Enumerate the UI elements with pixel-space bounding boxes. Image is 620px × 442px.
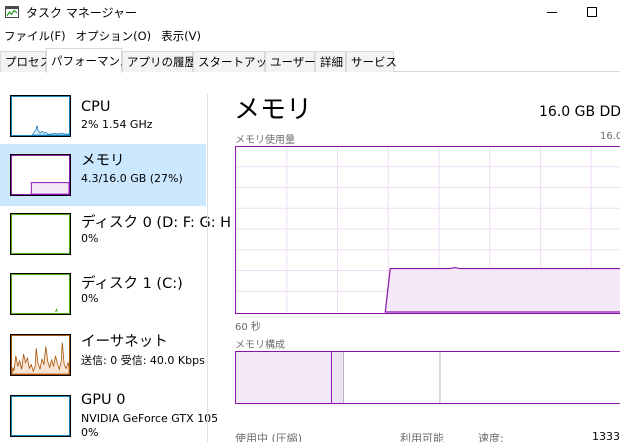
memory-composition-bar — [235, 351, 620, 404]
memory-total: 16.0 GB DDR — [539, 104, 620, 120]
sidebar-item-value-2: 0% — [81, 426, 99, 439]
memory-usage-label: メモリ使用量 — [235, 135, 295, 146]
sidebar-divider — [207, 94, 208, 442]
sidebar-item-ethernet[interactable]: イーサネット 送信: 0 受信: 40.0 Kbps — [0, 331, 206, 393]
disk-1-thumbnail-graph — [10, 273, 71, 315]
sidebar-item-disk-1[interactable]: ディスク 1 (C:) 0% — [0, 270, 206, 332]
title-bar: タスク マネージャー — [0, 0, 620, 26]
tab-users[interactable]: ユーザー — [265, 51, 316, 72]
time-span-label: 60 秒 — [235, 322, 261, 333]
sidebar-item-label: イーサネット — [81, 334, 168, 350]
maximize-button[interactable] — [572, 0, 612, 24]
gpu-thumbnail-graph — [10, 395, 71, 437]
tab-details[interactable]: 詳細 — [315, 51, 346, 72]
sidebar-item-cpu[interactable]: CPU 2% 1.54 GHz — [0, 87, 206, 149]
sidebar-item-value: 0% — [81, 232, 99, 245]
cpu-thumbnail-graph — [10, 95, 71, 137]
tab-performance[interactable]: パフォーマンス — [46, 48, 131, 73]
sidebar-item-value: 0% — [81, 292, 99, 305]
sidebar-item-value: NVIDIA GeForce GTX 105 — [81, 412, 219, 425]
minimize-button[interactable] — [532, 0, 572, 24]
window-title: タスク マネージャー — [26, 6, 137, 20]
sidebar-item-disk-0[interactable]: ディスク 0 (D: F: G: H 0% — [0, 208, 231, 270]
tab-startup[interactable]: スタートアップ — [193, 51, 279, 72]
sidebar-item-memory[interactable]: メモリ 4.3/16.0 GB (27%) — [0, 144, 206, 206]
memory-usage-graph — [235, 146, 620, 314]
menu-options[interactable]: オプション(O) — [72, 26, 158, 46]
sidebar-item-label: ディスク 1 (C:) — [81, 276, 183, 292]
tab-app-history[interactable]: アプリの履歴 — [122, 51, 196, 72]
in-use-label: 使用中 (圧縮) — [235, 432, 303, 442]
memory-usage-max: 16.0 — [600, 131, 620, 142]
menu-view[interactable]: 表示(V) — [157, 26, 207, 46]
performance-sidebar: CPU 2% 1.54 GHz メモリ 4.3/16.0 GB (27%) ディ… — [0, 80, 231, 442]
menu-bar: ファイル(F) オプション(O) 表示(V) — [0, 26, 620, 46]
sidebar-item-gpu-0[interactable]: GPU 0 NVIDIA GeForce GTX 105 0% — [0, 392, 218, 442]
minimize-icon — [547, 11, 557, 13]
task-manager-icon — [5, 6, 19, 18]
sidebar-item-label: CPU — [81, 99, 111, 115]
tab-services[interactable]: サービス — [346, 51, 397, 72]
ethernet-thumbnail-graph — [10, 334, 71, 376]
tab-bar: プロセス パフォーマンス アプリの履歴 スタートアップ ユーザー 詳細 サービス — [0, 48, 620, 73]
sidebar-item-label: GPU 0 — [81, 392, 126, 408]
page-title: メモリ — [234, 95, 313, 125]
maximize-icon — [587, 7, 597, 17]
sidebar-item-label: メモリ — [81, 153, 125, 169]
sidebar-item-value: 送信: 0 受信: 40.0 Kbps — [81, 354, 205, 367]
available-label: 利用可能 — [400, 432, 444, 442]
menu-file[interactable]: ファイル(F) — [0, 26, 72, 46]
memory-composition-label: メモリ構成 — [235, 340, 285, 351]
disk-0-thumbnail-graph — [10, 213, 71, 255]
sidebar-item-label: ディスク 0 (D: F: G: H — [81, 215, 232, 231]
tab-processes[interactable]: プロセス — [0, 51, 51, 72]
speed-label: 速度: — [478, 432, 504, 442]
speed-value: 1333 — [592, 430, 620, 442]
memory-thumbnail-graph — [10, 154, 71, 196]
sidebar-item-value: 4.3/16.0 GB (27%) — [81, 172, 183, 185]
sidebar-item-value: 2% 1.54 GHz — [81, 118, 153, 131]
